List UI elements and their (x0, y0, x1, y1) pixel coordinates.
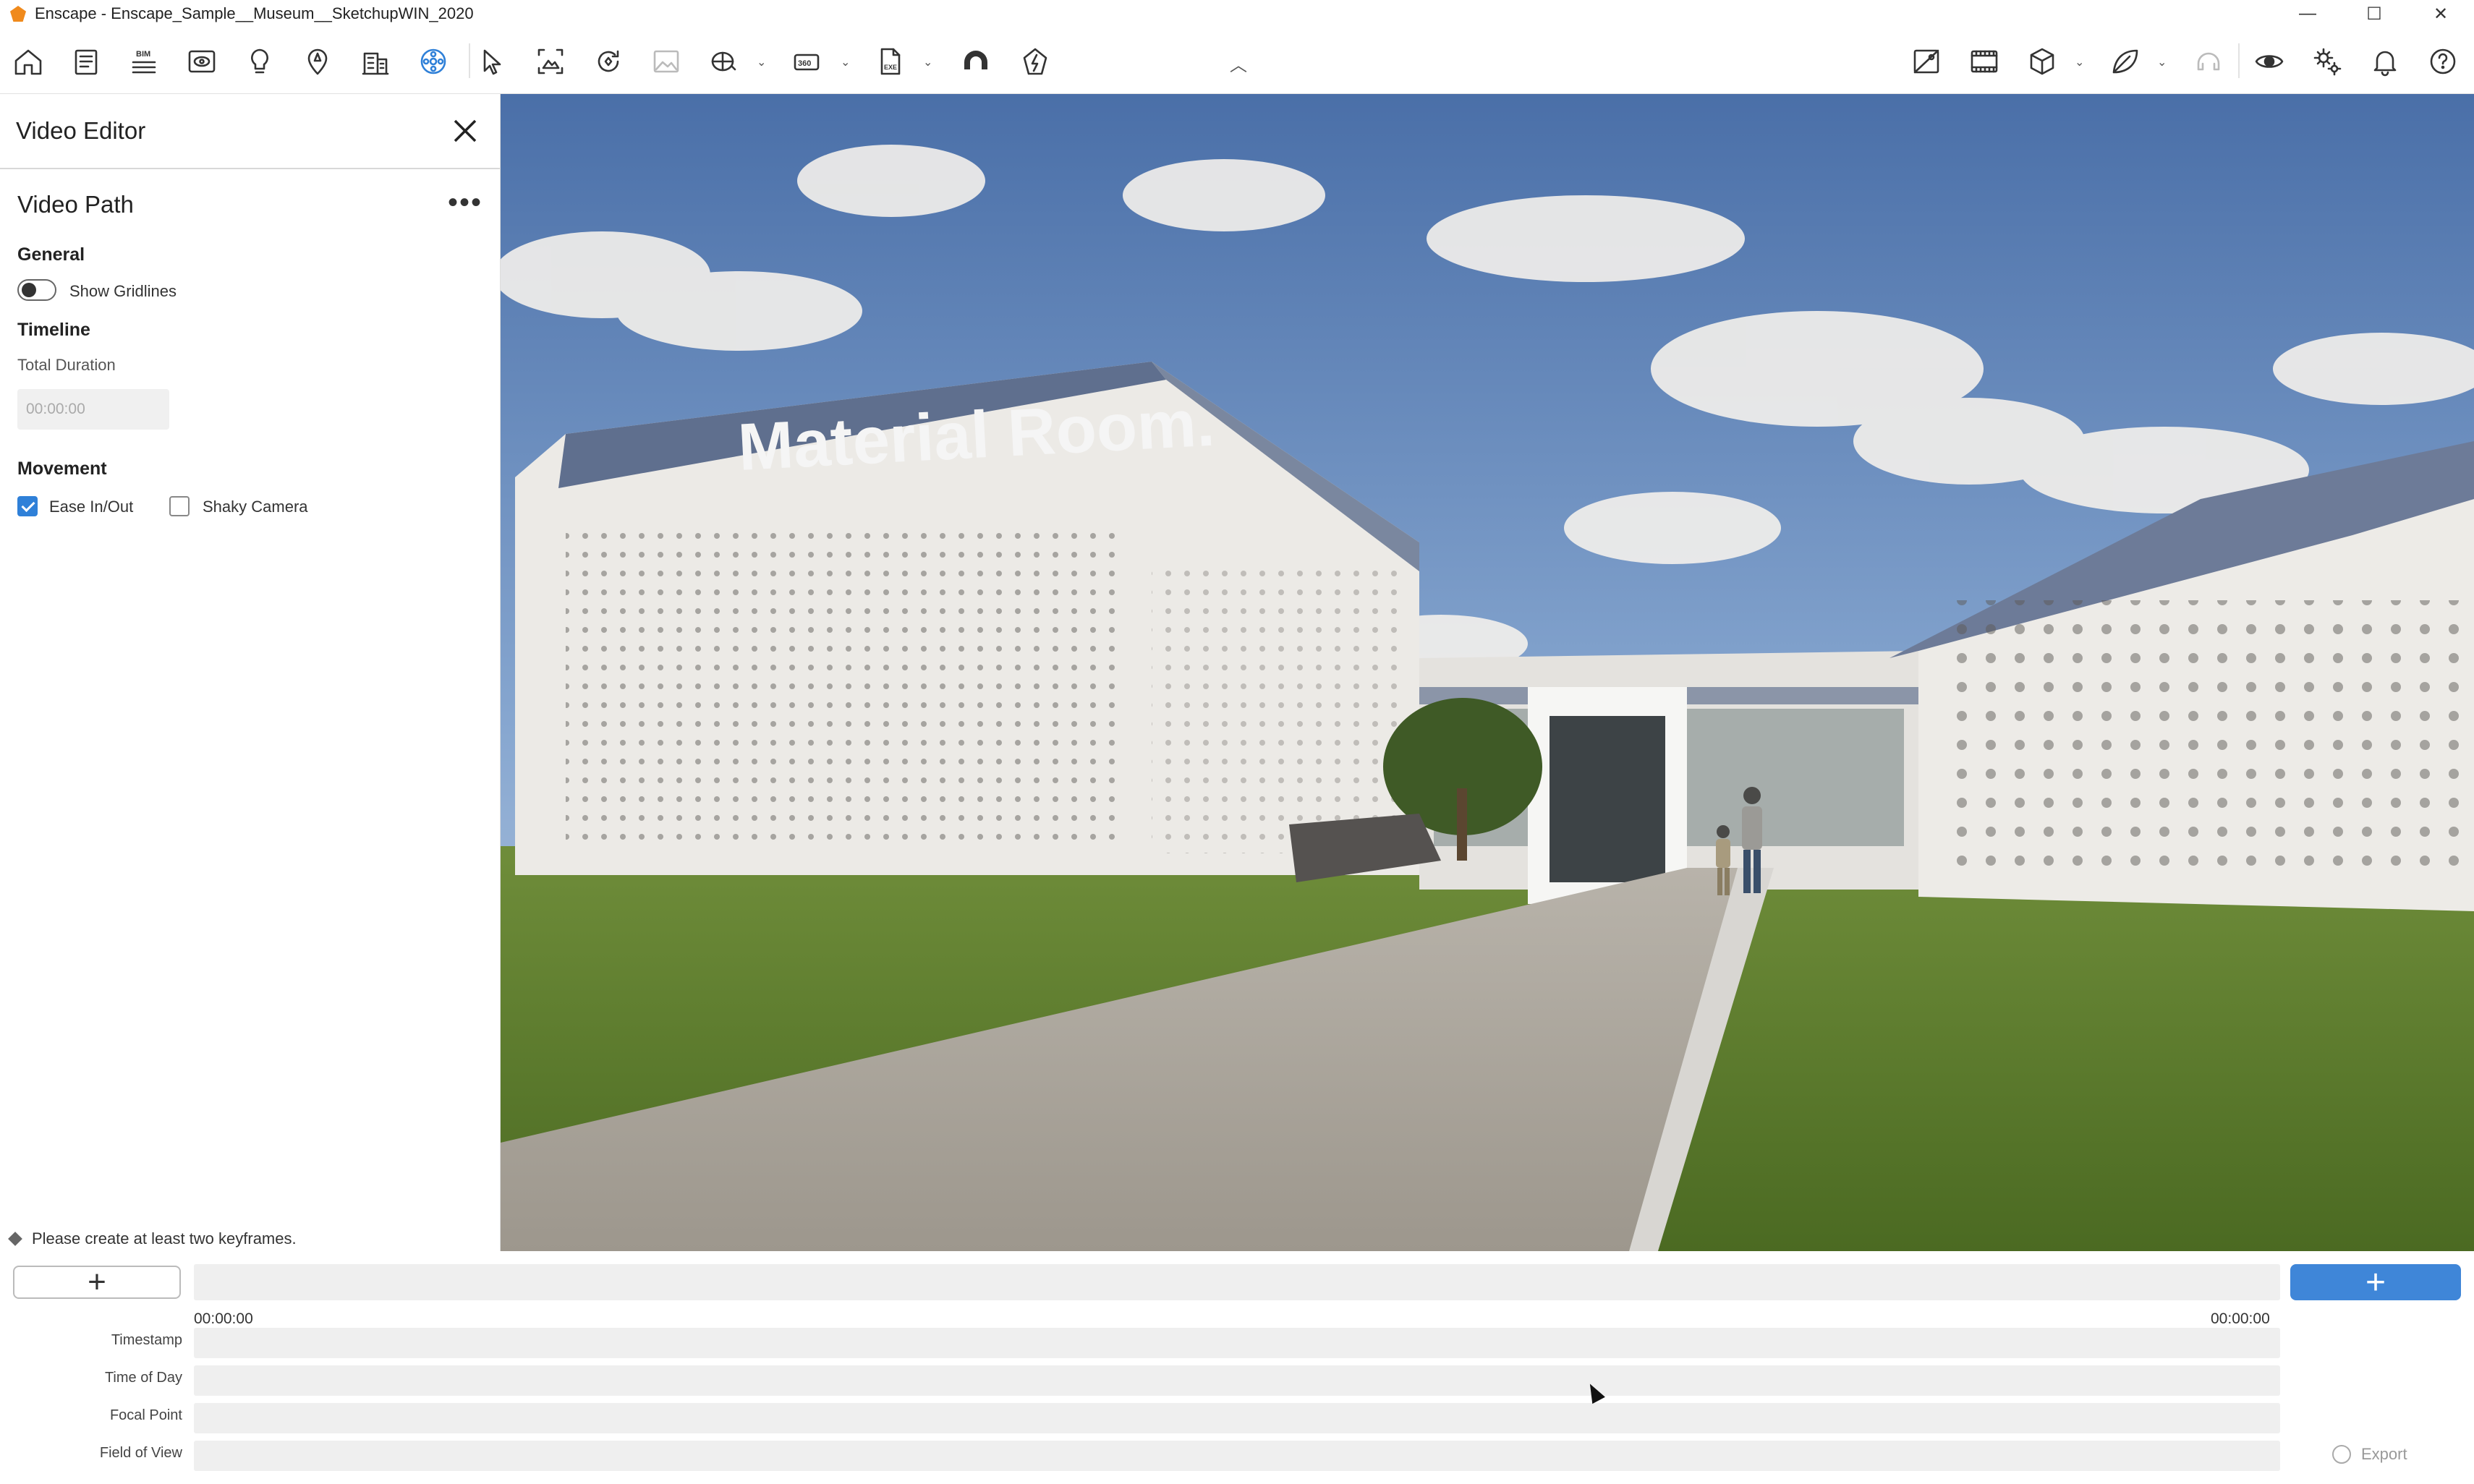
eye-icon[interactable] (2248, 40, 2290, 82)
timeline-start-time: 00:00:00 (194, 1310, 253, 1327)
timeline-end-time: 00:00:00 (2211, 1310, 2270, 1327)
close-window-button[interactable]: ✕ (2407, 0, 2474, 27)
enscape-live-icon[interactable] (1014, 40, 1056, 82)
bell-icon[interactable] (2364, 40, 2406, 82)
export-button[interactable]: Export (2332, 1445, 2407, 1464)
title-bar: Enscape - Enscape_Sample__Museum__Sketch… (0, 0, 2474, 27)
video-editor-panel: Video Editor Video Path ••• General Show… (0, 94, 501, 1326)
track-focal-point[interactable] (194, 1403, 2280, 1433)
chevron-down-icon[interactable]: ⌄ (923, 55, 932, 69)
upload-cloud-icon[interactable] (955, 40, 997, 82)
track-timestamp[interactable] (194, 1328, 2280, 1358)
show-gridlines-label: Show Gridlines (69, 282, 177, 300)
track-field-of-view[interactable] (194, 1441, 2280, 1471)
building-icon[interactable] (354, 40, 396, 82)
panorama-360-icon[interactable]: 360 (786, 40, 828, 82)
export-icon (2332, 1445, 2351, 1464)
svg-text:360: 360 (798, 59, 811, 68)
settings-icon[interactable] (2306, 40, 2348, 82)
chevron-down-icon[interactable]: ⌄ (2157, 55, 2167, 69)
minimize-button[interactable]: — (2274, 0, 2341, 27)
keyframe-status-message: Please create at least two keyframes. (7, 1229, 297, 1248)
timeline-heading: Timeline (17, 320, 90, 340)
ease-in-out-checkbox[interactable] (17, 496, 38, 516)
keyframe-status-text: Please create at least two keyframes. (32, 1229, 297, 1248)
home-icon[interactable] (7, 40, 49, 82)
total-duration-input[interactable]: 00:00:00 (17, 389, 169, 430)
timeline-scrubber[interactable] (194, 1264, 2280, 1300)
shaky-camera-label: Shaky Camera (203, 498, 308, 516)
track-label-field-of-view: Field of View (99, 1445, 182, 1461)
track-time-of-day[interactable] (194, 1365, 2280, 1396)
enscape-logo-icon (10, 6, 26, 22)
close-panel-button[interactable] (446, 112, 484, 150)
no-image-icon[interactable] (1905, 40, 1947, 82)
document-icon[interactable] (65, 40, 107, 82)
toolbar-separator (469, 43, 470, 78)
window-controls: — ☐ ✕ (2274, 0, 2474, 27)
chevron-down-icon[interactable]: ⌄ (2075, 55, 2084, 69)
track-label-focal-point: Focal Point (109, 1407, 182, 1423)
video-path-title: Video Path (17, 191, 134, 218)
close-icon (454, 119, 477, 142)
timeline-area: + + 00:00:00 00:00:00 Timestamp Time of … (0, 1251, 2474, 1484)
leaf-icon[interactable] (2104, 40, 2146, 82)
image-icon[interactable] (645, 40, 687, 82)
track-label-time-of-day: Time of Day (104, 1370, 182, 1386)
museum-render-image: Material Room. (501, 94, 2474, 1251)
headset-icon[interactable] (2188, 40, 2229, 82)
panorama-icon[interactable] (703, 40, 745, 82)
show-gridlines-toggle[interactable] (17, 279, 56, 301)
maximize-button[interactable]: ☐ (2341, 0, 2407, 27)
window-title: Enscape - Enscape_Sample__Museum__Sketch… (35, 4, 474, 22)
cube-icon[interactable] (2021, 40, 2063, 82)
bim-label: BIM (136, 50, 150, 59)
toolbar-separator (2238, 43, 2240, 78)
more-options-button[interactable]: ••• (448, 188, 483, 217)
video-editor-icon[interactable] (412, 40, 454, 82)
render-viewport[interactable]: Material Room. (501, 94, 2474, 1251)
panel-title: Video Editor (16, 117, 146, 144)
add-keyframe-button[interactable]: + (2290, 1263, 2461, 1302)
collapse-toolbar-icon[interactable]: ︿ (1230, 51, 1247, 76)
chevron-down-icon[interactable]: ⌄ (757, 55, 766, 69)
bim-icon[interactable]: BIM (123, 40, 165, 82)
select-cursor-icon[interactable] (472, 40, 514, 82)
general-heading: General (17, 244, 85, 265)
panel-header: Video Editor (0, 94, 500, 169)
lightbulb-icon[interactable] (239, 40, 281, 82)
keyframe-diamond-icon (8, 1232, 22, 1246)
chevron-down-icon[interactable]: ⌄ (841, 55, 850, 69)
movement-heading: Movement (17, 459, 107, 479)
add-path-button[interactable]: + (13, 1264, 181, 1300)
shaky-camera-checkbox[interactable] (169, 496, 190, 516)
main-toolbar: BIM ⌄ 360 ⌄ EXE ⌄ ︿ ⌄ ⌄ (0, 27, 2474, 94)
film-strip-icon[interactable] (1963, 40, 2005, 82)
batch-render-icon[interactable] (587, 40, 629, 82)
svg-text:EXE: EXE (884, 64, 897, 71)
screenshot-icon[interactable] (530, 40, 571, 82)
help-icon[interactable] (2422, 40, 2464, 82)
ease-in-out-label: Ease In/Out (49, 498, 134, 516)
track-label-timestamp: Timestamp (111, 1332, 182, 1348)
total-duration-label: Total Duration (17, 356, 116, 374)
map-marker-icon[interactable] (297, 40, 339, 82)
views-icon[interactable] (181, 40, 223, 82)
export-label: Export (2361, 1445, 2407, 1463)
export-exe-icon[interactable]: EXE (870, 40, 911, 82)
